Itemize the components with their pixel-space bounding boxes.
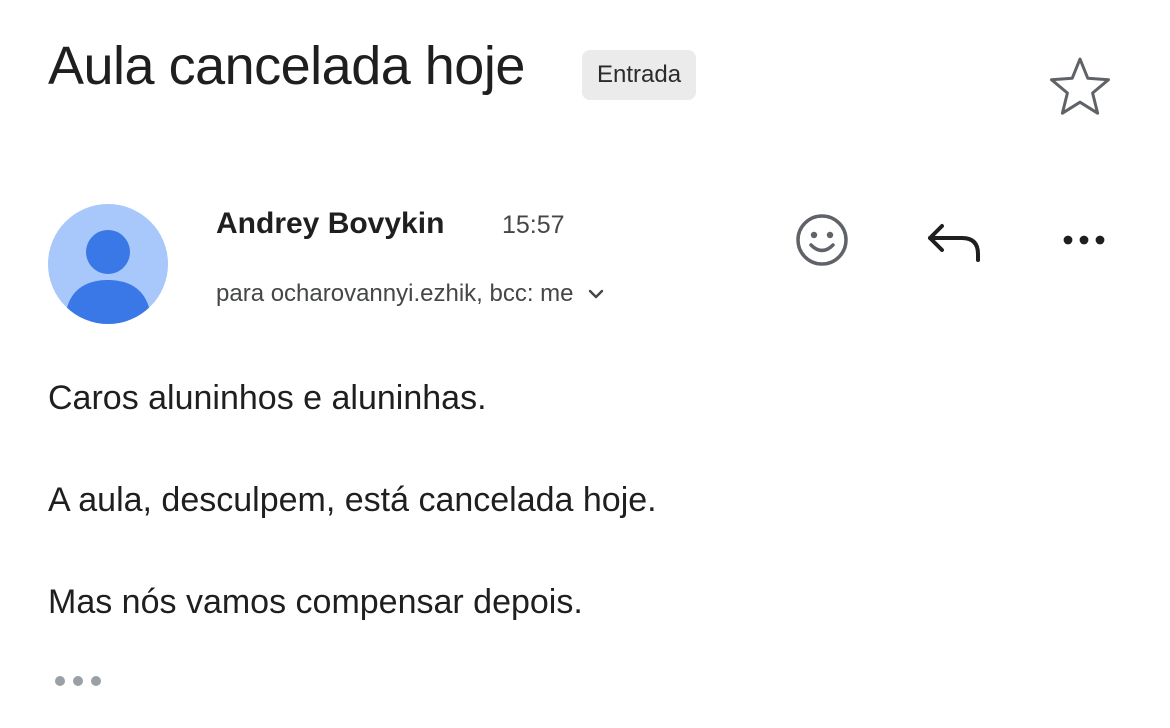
recipients-toggle[interactable]: para ocharovannyi.ezhik, bcc: me	[216, 276, 606, 312]
more-options-icon[interactable]	[1052, 208, 1116, 272]
sender-avatar[interactable]	[48, 204, 168, 324]
person-icon	[65, 230, 151, 324]
sender-name[interactable]: Andrey Bovykin	[216, 204, 444, 244]
body-paragraph: Mas nós vamos compensar depois.	[48, 583, 583, 621]
label-chip-inbox[interactable]: Entrada	[582, 50, 697, 100]
reply-icon[interactable]	[922, 208, 986, 272]
email-subject: Aula cancelada hoje	[48, 36, 525, 96]
body-paragraph: A aula, desculpem, está cancelada hoje.	[48, 481, 657, 519]
message-time: 15:57	[502, 211, 565, 239]
chevron-down-icon	[588, 289, 603, 299]
emoji-reaction-icon[interactable]	[790, 208, 854, 272]
star-icon[interactable]	[1046, 54, 1114, 122]
body-paragraph: Caros aluninhos e aluninhas.	[48, 379, 487, 417]
recipients-text: para ocharovannyi.ezhik, bcc: me	[216, 280, 574, 307]
show-trimmed-content-icon[interactable]	[48, 668, 108, 694]
